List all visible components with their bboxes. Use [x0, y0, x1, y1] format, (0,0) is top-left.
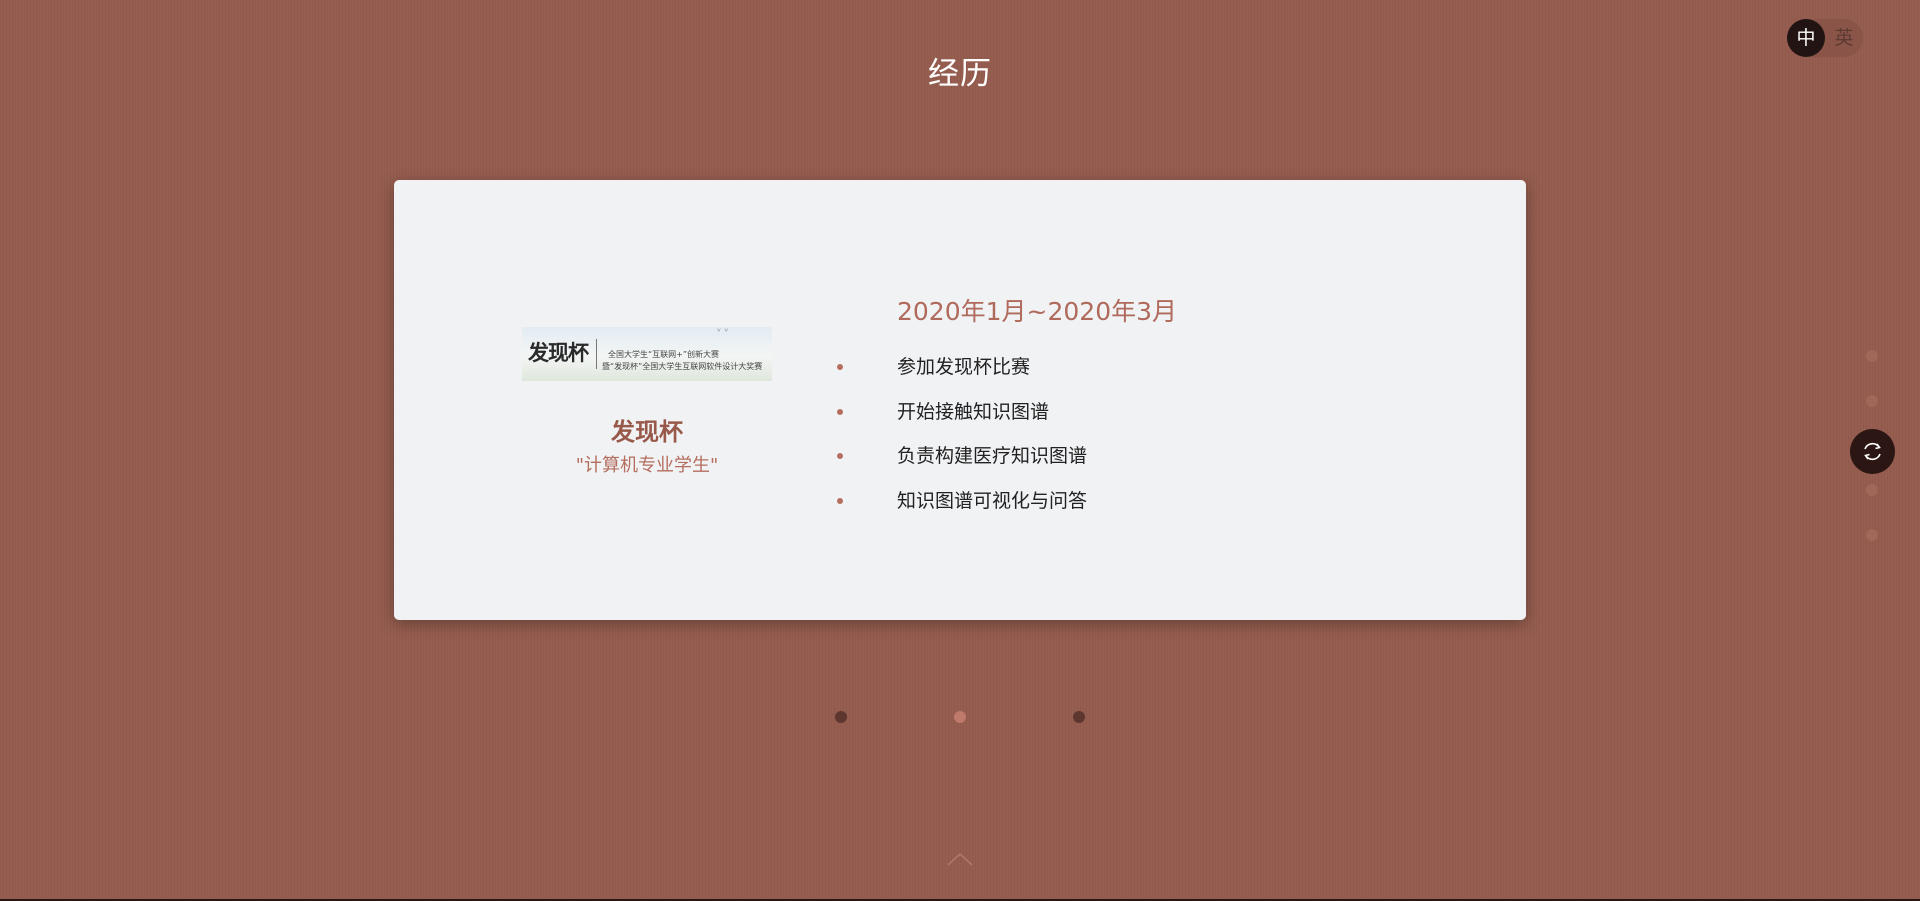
- chevron-up-icon[interactable]: [946, 851, 974, 867]
- competition-logo: ᵛ ᵛ 发现杯 全国大学生“互联网+”创新大赛 暨“发现杯”全国大学生互联网软件…: [522, 327, 772, 381]
- lang-en-button[interactable]: 英: [1825, 19, 1863, 57]
- duty-text: 参加发现杯比赛: [897, 356, 1031, 378]
- logo-subtitle-line1: 全国大学生“互联网+”创新大赛: [608, 350, 719, 359]
- side-nav-dot-5[interactable]: [1866, 529, 1878, 541]
- duty-text: 负责构建医疗知识图谱: [897, 445, 1088, 467]
- duty-text: 知识图谱可视化与问答: [897, 490, 1088, 512]
- carousel-dot-2[interactable]: [954, 711, 966, 723]
- duty-item: 知识图谱可视化与问答: [837, 488, 1088, 514]
- logo-subtitle-line2: 暨“发现杯”全国大学生互联网软件设计大奖赛: [602, 362, 763, 371]
- duty-text: 开始接触知识图谱: [897, 401, 1050, 423]
- duty-item: 负责构建医疗知识图谱: [837, 443, 1088, 469]
- carousel-pagination: [0, 711, 1920, 723]
- carousel-dot-3[interactable]: [1073, 711, 1085, 723]
- language-switch[interactable]: 中 英: [1787, 19, 1863, 57]
- section-title: 经历: [928, 56, 992, 92]
- side-nav-dot-4[interactable]: [1866, 484, 1878, 496]
- bullet-icon: [837, 453, 843, 459]
- bullet-icon: [837, 409, 843, 415]
- experience-card: ᵛ ᵛ 发现杯 全国大学生“互联网+”创新大赛 暨“发现杯”全国大学生互联网软件…: [394, 180, 1526, 620]
- experience-period: 2020年1月~2020年3月: [897, 297, 1178, 326]
- duty-item: 开始接触知识图谱: [837, 399, 1050, 425]
- side-nav-dot-2[interactable]: [1866, 395, 1878, 407]
- logo-main-text: 发现杯: [528, 341, 589, 365]
- lang-zh-button[interactable]: 中: [1787, 19, 1825, 57]
- role-title: "计算机专业学生": [575, 455, 719, 476]
- side-nav-dot-1[interactable]: [1866, 350, 1878, 362]
- logo-divider: [596, 339, 597, 369]
- carousel-dot-1[interactable]: [835, 711, 847, 723]
- side-nav-active-item[interactable]: [1850, 429, 1895, 474]
- refresh-icon: [1864, 442, 1881, 461]
- organization-name: 发现杯: [611, 418, 683, 446]
- duty-item: 参加发现杯比赛: [837, 354, 1031, 380]
- bullet-icon: [837, 364, 843, 370]
- bullet-icon: [837, 498, 843, 504]
- birds-decoration: ᵛ ᵛ: [717, 327, 729, 338]
